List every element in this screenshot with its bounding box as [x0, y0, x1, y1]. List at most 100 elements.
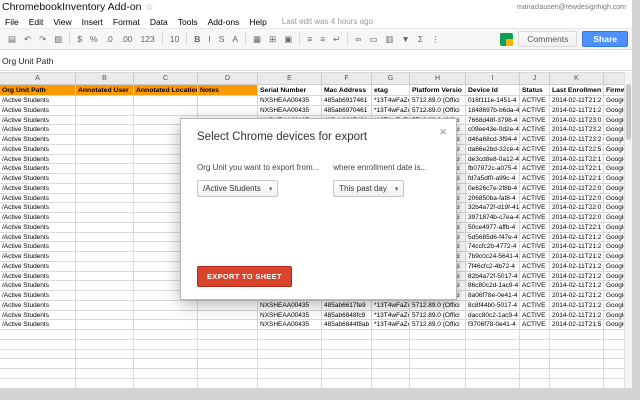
- cell[interactable]: [410, 330, 466, 340]
- cell[interactable]: ACTIVE: [520, 203, 550, 213]
- cell[interactable]: Google_P: [604, 301, 624, 311]
- increase-decimal-icon[interactable]: .00: [117, 29, 137, 49]
- cell[interactable]: 2014-02-11T21:2: [550, 232, 604, 243]
- header-cell[interactable]: Mac Address: [322, 85, 372, 96]
- cell[interactable]: /Active Students: [0, 252, 76, 262]
- cell[interactable]: ACTIVE: [520, 105, 550, 116]
- cell[interactable]: 2014-02-11T23:2: [550, 125, 604, 135]
- cell[interactable]: [372, 339, 410, 350]
- column-header-E[interactable]: E: [258, 73, 322, 85]
- header-cell[interactable]: Annotated Location: [134, 85, 198, 96]
- cell[interactable]: [198, 339, 258, 350]
- insert-chart-icon[interactable]: ▥: [381, 29, 397, 49]
- cell[interactable]: 2014-02-11T22:0: [550, 183, 604, 194]
- cell[interactable]: /Active Students: [0, 300, 76, 311]
- cell[interactable]: [604, 350, 624, 360]
- cell[interactable]: *13T4wFaZo04vc: [372, 310, 410, 321]
- header-cell[interactable]: Device Id: [466, 85, 520, 96]
- cell[interactable]: [198, 330, 258, 340]
- cell[interactable]: [550, 349, 604, 360]
- cell[interactable]: /Active Students: [0, 135, 76, 145]
- column-header-H[interactable]: H: [410, 73, 466, 85]
- menu-edit[interactable]: Edit: [24, 17, 49, 27]
- cell[interactable]: 2014-02-11T22:0: [550, 213, 604, 223]
- cell[interactable]: Google_P: [604, 262, 624, 272]
- close-icon[interactable]: ×: [439, 124, 447, 139]
- cell[interactable]: 5712.89.0 (Offici: [410, 300, 466, 311]
- cell[interactable]: [198, 378, 258, 388]
- cell[interactable]: 2014-02-11T21:2: [550, 96, 604, 106]
- menu-data[interactable]: Data: [145, 17, 173, 27]
- comments-button[interactable]: Comments: [518, 31, 578, 47]
- header-cell[interactable]: Org Unit Path: [0, 85, 76, 96]
- header-cell[interactable]: Platform Versio: [410, 85, 466, 96]
- print-icon[interactable]: ▤: [4, 29, 20, 49]
- cell[interactable]: [76, 105, 134, 116]
- cell[interactable]: 5712.89.0 (Offici: [410, 96, 466, 106]
- cell[interactable]: /Active Students: [0, 183, 76, 194]
- cell[interactable]: f3706f78-0e41-4: [466, 320, 520, 330]
- cell[interactable]: 485ab6917461: [322, 96, 372, 106]
- cell[interactable]: [76, 261, 134, 272]
- formula-bar[interactable]: Org Unit Path: [0, 51, 632, 71]
- vertical-align-icon[interactable]: ≡: [316, 29, 329, 49]
- cell[interactable]: Google_P: [604, 135, 624, 145]
- cell[interactable]: ACTIVE: [520, 252, 550, 262]
- cell[interactable]: /Active Students: [0, 242, 76, 252]
- cell[interactable]: Google_P: [604, 272, 624, 282]
- cell[interactable]: Google_P: [604, 145, 624, 155]
- cell[interactable]: [76, 203, 134, 213]
- cell[interactable]: Google_P: [604, 125, 624, 135]
- cell[interactable]: NXSHEAA00435: [258, 300, 322, 311]
- cell[interactable]: ACTIVE: [520, 115, 550, 126]
- cell[interactable]: [198, 369, 258, 379]
- last-edit-status[interactable]: Last edit was 4 hours ago: [272, 17, 373, 26]
- cell[interactable]: [134, 369, 198, 379]
- cell[interactable]: 2014-02-11T21:2: [550, 105, 604, 116]
- cell[interactable]: Google_P: [604, 233, 624, 243]
- export-to-sheet-button[interactable]: EXPORT TO SHEET: [197, 266, 292, 287]
- cell[interactable]: [76, 339, 134, 350]
- percent-format-icon[interactable]: %: [86, 29, 102, 49]
- column-header-G[interactable]: G: [372, 73, 410, 85]
- cell[interactable]: [372, 359, 410, 369]
- cell[interactable]: /Active Students: [0, 154, 76, 165]
- cell[interactable]: Google_P: [604, 281, 624, 291]
- cell[interactable]: [76, 144, 134, 155]
- cell[interactable]: [410, 349, 466, 360]
- cell[interactable]: [76, 115, 134, 126]
- column-header-L[interactable]: L: [604, 73, 624, 85]
- cell[interactable]: [76, 193, 134, 204]
- cell[interactable]: [76, 183, 134, 194]
- menu-insert[interactable]: Insert: [77, 17, 108, 27]
- cell[interactable]: [76, 281, 134, 291]
- cell[interactable]: [76, 154, 134, 165]
- cell[interactable]: ACTIVE: [520, 174, 550, 184]
- cell[interactable]: 86c80c2d-1ac9-4: [466, 281, 520, 291]
- cell[interactable]: [466, 339, 520, 350]
- cell[interactable]: 2014-02-11T22:5: [550, 144, 604, 155]
- cell[interactable]: [134, 349, 198, 360]
- cell[interactable]: [76, 96, 134, 106]
- cell[interactable]: 2014-02-11T22:0: [550, 193, 604, 204]
- cell[interactable]: 2014-02-11T21:2: [550, 271, 604, 282]
- cell[interactable]: [0, 339, 76, 350]
- cell[interactable]: 2014-02-11T22:1: [550, 174, 604, 184]
- menu-help[interactable]: Help: [244, 17, 271, 27]
- cell[interactable]: /Active Students: [0, 291, 76, 301]
- org-unit-select[interactable]: /Active Students ▾: [197, 180, 279, 197]
- cell[interactable]: [604, 359, 624, 369]
- cell[interactable]: [76, 369, 134, 379]
- cell[interactable]: [0, 369, 76, 379]
- cell[interactable]: /Active Students: [0, 261, 76, 272]
- cell[interactable]: [198, 359, 258, 369]
- cell[interactable]: [372, 330, 410, 340]
- cell[interactable]: ACTIVE: [520, 242, 550, 252]
- cell[interactable]: 2014-02-11T22:0: [550, 203, 604, 213]
- cell[interactable]: [466, 369, 520, 379]
- cell[interactable]: 2014-02-11T21:2: [550, 310, 604, 321]
- cell[interactable]: [258, 369, 322, 379]
- cell[interactable]: /Active Students: [0, 320, 76, 330]
- cell[interactable]: /Active Students: [0, 232, 76, 243]
- cell[interactable]: ACTIVE: [520, 193, 550, 204]
